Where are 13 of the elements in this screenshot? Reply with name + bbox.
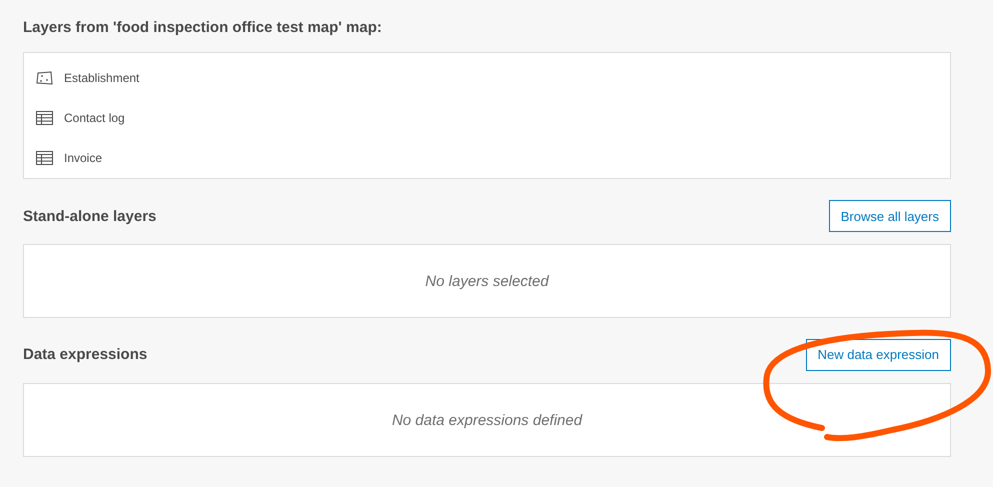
empty-message: No data expressions defined: [392, 412, 582, 428]
section-heading: Stand-alone layers: [23, 208, 156, 224]
new-expression-button[interactable]: New data expression: [806, 338, 951, 370]
layer-name: Invoice: [64, 151, 102, 165]
browse-layers-button[interactable]: Browse all layers: [828, 200, 951, 232]
layer-name: Contact log: [64, 111, 125, 125]
section-heading: Layers from 'food inspection office test map' map:: [23, 19, 383, 36]
map-icon: [36, 71, 53, 85]
section-heading: Data expressions: [23, 346, 148, 363]
table-icon: [36, 151, 53, 165]
table-icon: [36, 111, 53, 125]
empty-message: No layers selected: [425, 272, 549, 290]
layer-name: Establishment: [64, 71, 140, 85]
